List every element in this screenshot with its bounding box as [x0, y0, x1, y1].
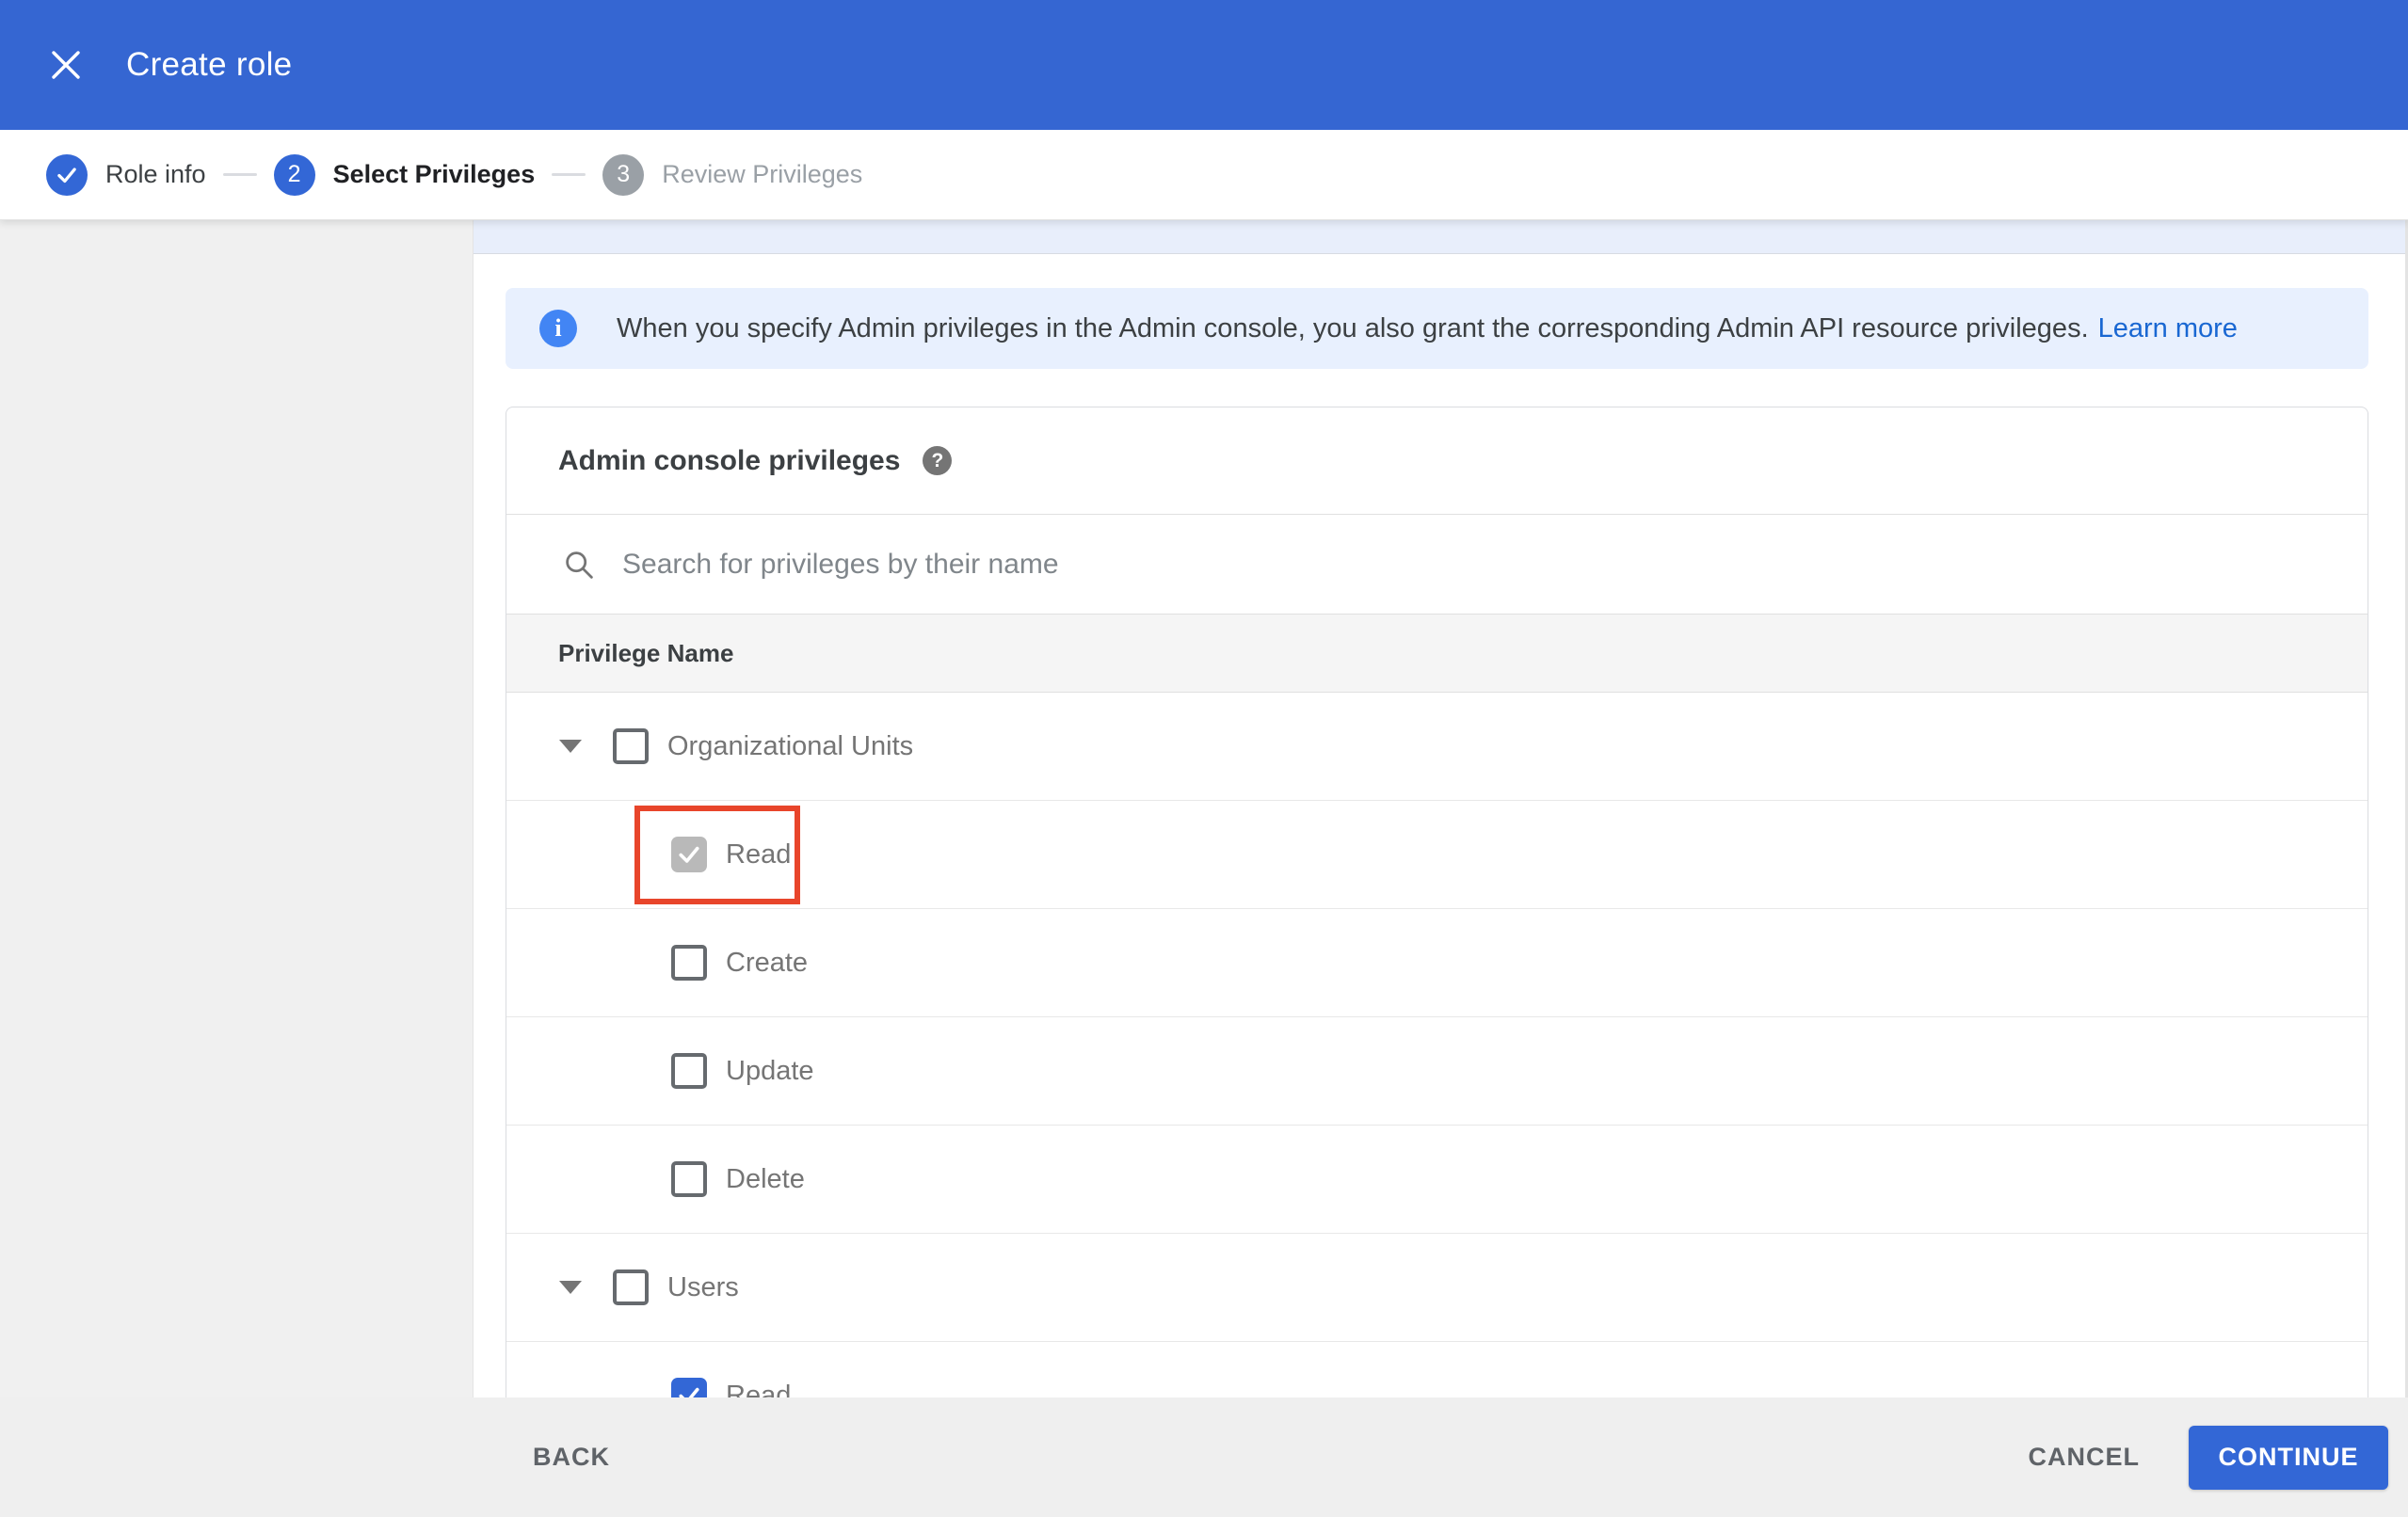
- stepper-connector: [222, 173, 257, 176]
- privilege-row: Organizational Units: [506, 693, 2368, 801]
- card-title: Admin console privileges: [558, 444, 901, 476]
- stepper-connector: [552, 173, 586, 176]
- app-bar: Create role: [0, 0, 2408, 130]
- step-select-privileges[interactable]: 2 Select Privileges: [273, 153, 536, 196]
- collapse-caret-icon[interactable]: [559, 740, 582, 753]
- step-label: Review Privileges: [662, 160, 863, 188]
- admin-console-privileges-card: Admin console privileges ? Privilege Nam…: [506, 407, 2368, 1450]
- privilege-search-row: [506, 514, 2368, 614]
- footer-bar: BACK CANCEL CONTINUE: [0, 1397, 2408, 1517]
- collapse-caret-icon[interactable]: [559, 1281, 582, 1294]
- info-banner: i When you specify Admin privileges in t…: [506, 288, 2368, 369]
- privilege-label: Create: [726, 947, 809, 978]
- privilege-row: Read: [506, 801, 2368, 909]
- privilege-label: Update: [726, 1055, 814, 1086]
- close-icon[interactable]: [45, 44, 87, 86]
- search-input[interactable]: [622, 548, 2330, 581]
- stepper: Role info 2 Select Privileges 3 Review P…: [0, 130, 2408, 220]
- page-title: Create role: [126, 46, 293, 83]
- checkbox-organizational-units[interactable]: [613, 728, 649, 764]
- back-button[interactable]: BACK: [533, 1443, 610, 1472]
- card-header: Admin console privileges ?: [506, 407, 2368, 514]
- column-header: Privilege Name: [506, 614, 2368, 693]
- step-label: Role info: [105, 160, 206, 188]
- checkbox-read-disabled-checked[interactable]: [671, 837, 707, 872]
- create-role-dialog: Create role Role info 2 Select Privilege…: [0, 0, 2408, 1517]
- continue-button[interactable]: CONTINUE: [2189, 1425, 2388, 1490]
- search-icon: [566, 551, 593, 579]
- step-label: Select Privileges: [332, 160, 536, 188]
- step-role-info[interactable]: Role info: [46, 153, 206, 196]
- checkbox-update[interactable]: [671, 1053, 707, 1089]
- step-number: 3: [602, 153, 645, 196]
- privilege-row: Create: [506, 909, 2368, 1017]
- privilege-label: Read: [726, 838, 792, 870]
- privilege-label: Users: [667, 1271, 739, 1302]
- left-gutter: [0, 220, 474, 1517]
- privilege-label: Delete: [726, 1163, 805, 1194]
- info-icon: i: [539, 310, 577, 347]
- step-complete-check-icon: [46, 153, 88, 196]
- main-panel: i When you specify Admin privileges in t…: [474, 220, 2408, 1517]
- privilege-row: Users: [506, 1234, 2368, 1342]
- column-header-label: Privilege Name: [558, 638, 734, 667]
- step-number: 2: [273, 153, 315, 196]
- dialog-body: i When you specify Admin privileges in t…: [0, 220, 2408, 1517]
- privilege-row: Delete: [506, 1126, 2368, 1234]
- step-review-privileges[interactable]: 3 Review Privileges: [602, 153, 863, 196]
- checkbox-create[interactable]: [671, 945, 707, 981]
- privilege-row: Update: [506, 1017, 2368, 1126]
- privilege-label: Organizational Units: [667, 730, 914, 761]
- info-banner-text: When you specify Admin privileges in the…: [617, 312, 2089, 343]
- checkbox-users[interactable]: [613, 1269, 649, 1305]
- cancel-button[interactable]: CANCEL: [2029, 1443, 2141, 1472]
- learn-more-link[interactable]: Learn more: [2098, 313, 2238, 344]
- scrolled-section-edge: [474, 220, 2408, 254]
- checkbox-delete[interactable]: [671, 1161, 707, 1197]
- help-icon[interactable]: ?: [923, 446, 953, 475]
